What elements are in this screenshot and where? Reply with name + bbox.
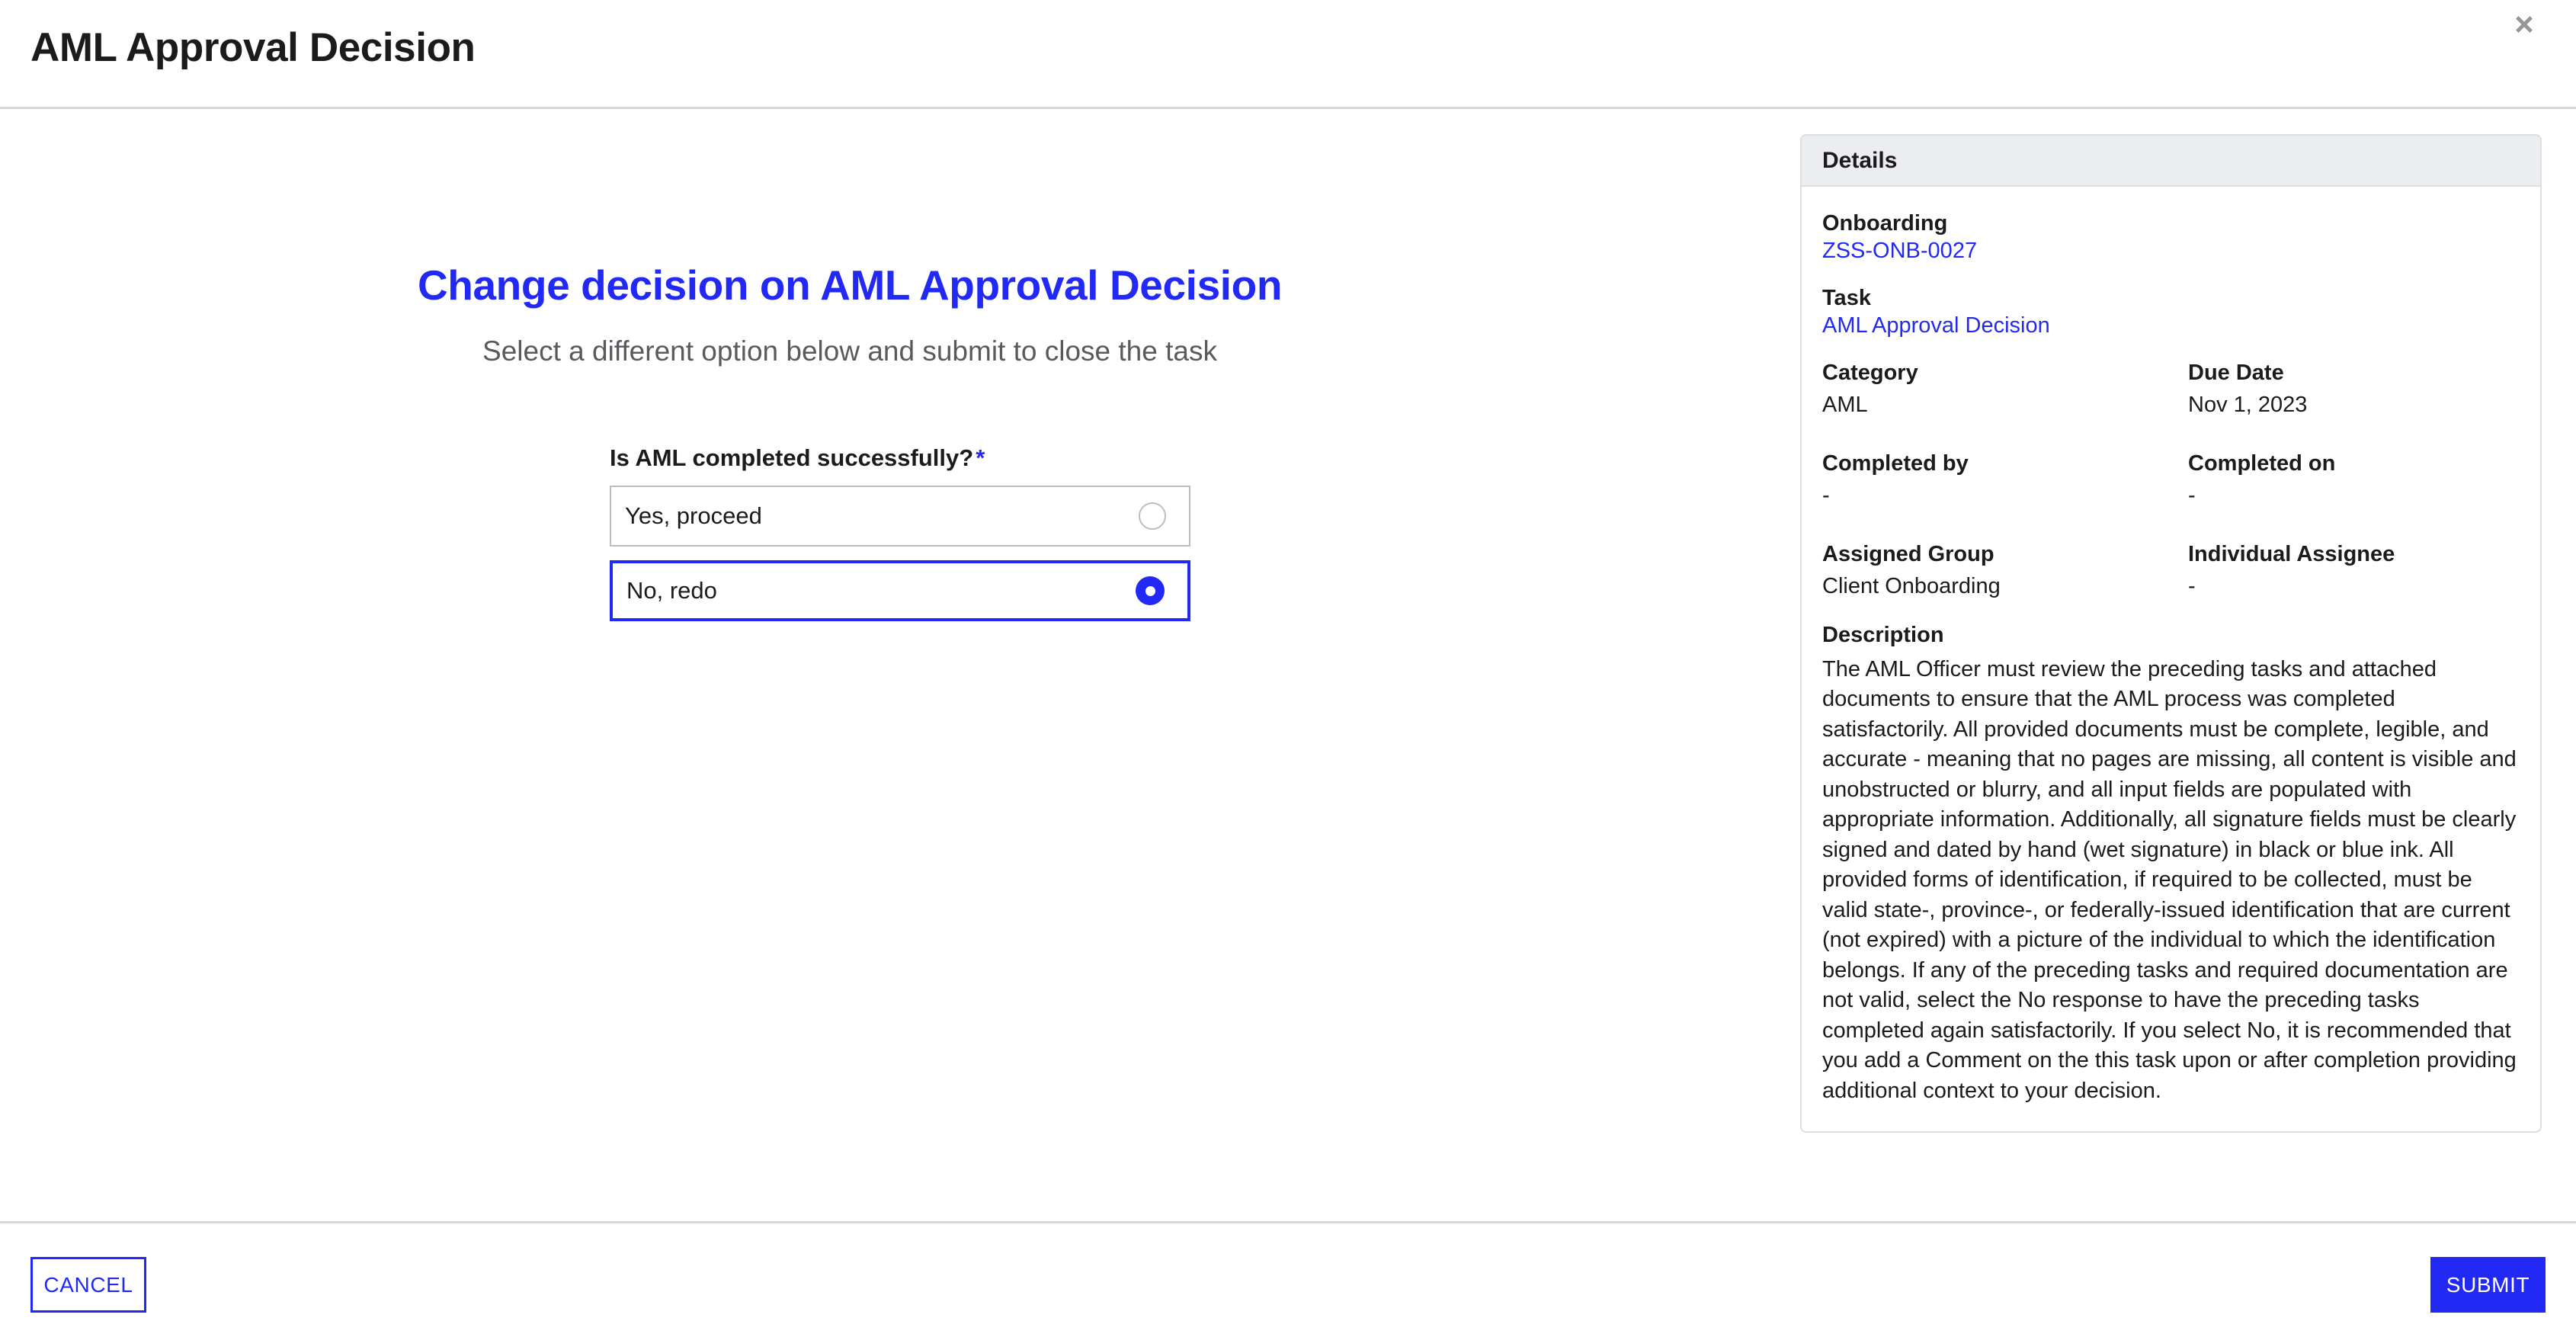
field-completed-by-value: - [1822,483,1830,508]
details-field-grid: Category Due Date AML Nov 1, 2023 Comple… [1822,359,2520,601]
aml-approval-decision-dialog: AML Approval Decision Change decision on… [0,0,2576,1337]
field-onboarding: Onboarding ZSS-ONB-0027 [1822,210,2520,266]
decision-form: Change decision on AML Approval Decision… [0,109,1745,1221]
grid-spacer [1822,425,2188,445]
field-onboarding-label: Onboarding [1822,211,1948,236]
field-assigned-group-label: Assigned Group [1822,541,1994,566]
radio-dot [1145,585,1155,596]
cancel-button[interactable]: CANCEL [30,1257,146,1313]
details-panel-title: Details [1802,136,2540,187]
form-heading: Change decision on AML Approval Decision [417,261,1283,309]
radio-option-yes-label: Yes, proceed [625,502,762,529]
details-panel: Details Onboarding ZSS-ONB-0027 Task AML… [1800,134,2542,1133]
dialog-footer: CANCEL SUBMIT [0,1221,2576,1337]
field-task-label: Task [1822,285,1871,310]
field-description: Description The AML Officer must review … [1822,621,2520,1107]
dialog-body: Change decision on AML Approval Decision… [0,109,2576,1221]
radio-selected-icon[interactable] [1136,576,1165,605]
field-description-label: Description [1822,622,1944,647]
field-onboarding-link[interactable]: ZSS-ONB-0027 [1822,237,1977,266]
grid-spacer [2188,425,2520,445]
form-subheading: Select a different option below and subm… [482,335,1217,367]
field-category-label: Category [1822,360,1918,385]
close-icon[interactable] [2503,3,2546,46]
question-label-text: Is AML completed successfully? [610,444,974,471]
grid-spacer [1822,515,2188,536]
radio-option-no-label: No, redo [626,577,717,604]
grid-spacer [2188,515,2520,536]
field-category-value: AML [1822,393,1868,418]
field-completed-by-label: Completed by [1822,450,1969,476]
radio-unselected-icon[interactable] [1139,502,1166,530]
field-completed-on-label: Completed on [2188,450,2336,476]
field-due-date-value: Nov 1, 2023 [2188,393,2308,418]
field-individual-assignee-label: Individual Assignee [2188,541,2395,566]
details-panel-body: Onboarding ZSS-ONB-0027 Task AML Approva… [1802,187,2540,1131]
dialog-header: AML Approval Decision [0,0,2576,109]
page-title: AML Approval Decision [30,25,476,70]
submit-button[interactable]: SUBMIT [2430,1257,2546,1313]
field-task-link[interactable]: AML Approval Decision [1822,312,2050,341]
field-assigned-group-value: Client Onboarding [1822,574,2001,598]
question-label: Is AML completed successfully?* [610,444,1190,472]
field-due-date-label: Due Date [2188,360,2284,385]
question-block: Is AML completed successfully?* Yes, pro… [610,444,1190,621]
radio-option-no[interactable]: No, redo [610,560,1190,621]
radio-option-yes[interactable]: Yes, proceed [610,486,1190,547]
field-individual-assignee-value: - [2188,574,2196,598]
field-completed-on-value: - [2188,483,2196,508]
required-asterisk: * [976,444,985,471]
field-description-text: The AML Officer must review the precedin… [1822,656,2517,1103]
field-task: Task AML Approval Decision [1822,284,2520,341]
